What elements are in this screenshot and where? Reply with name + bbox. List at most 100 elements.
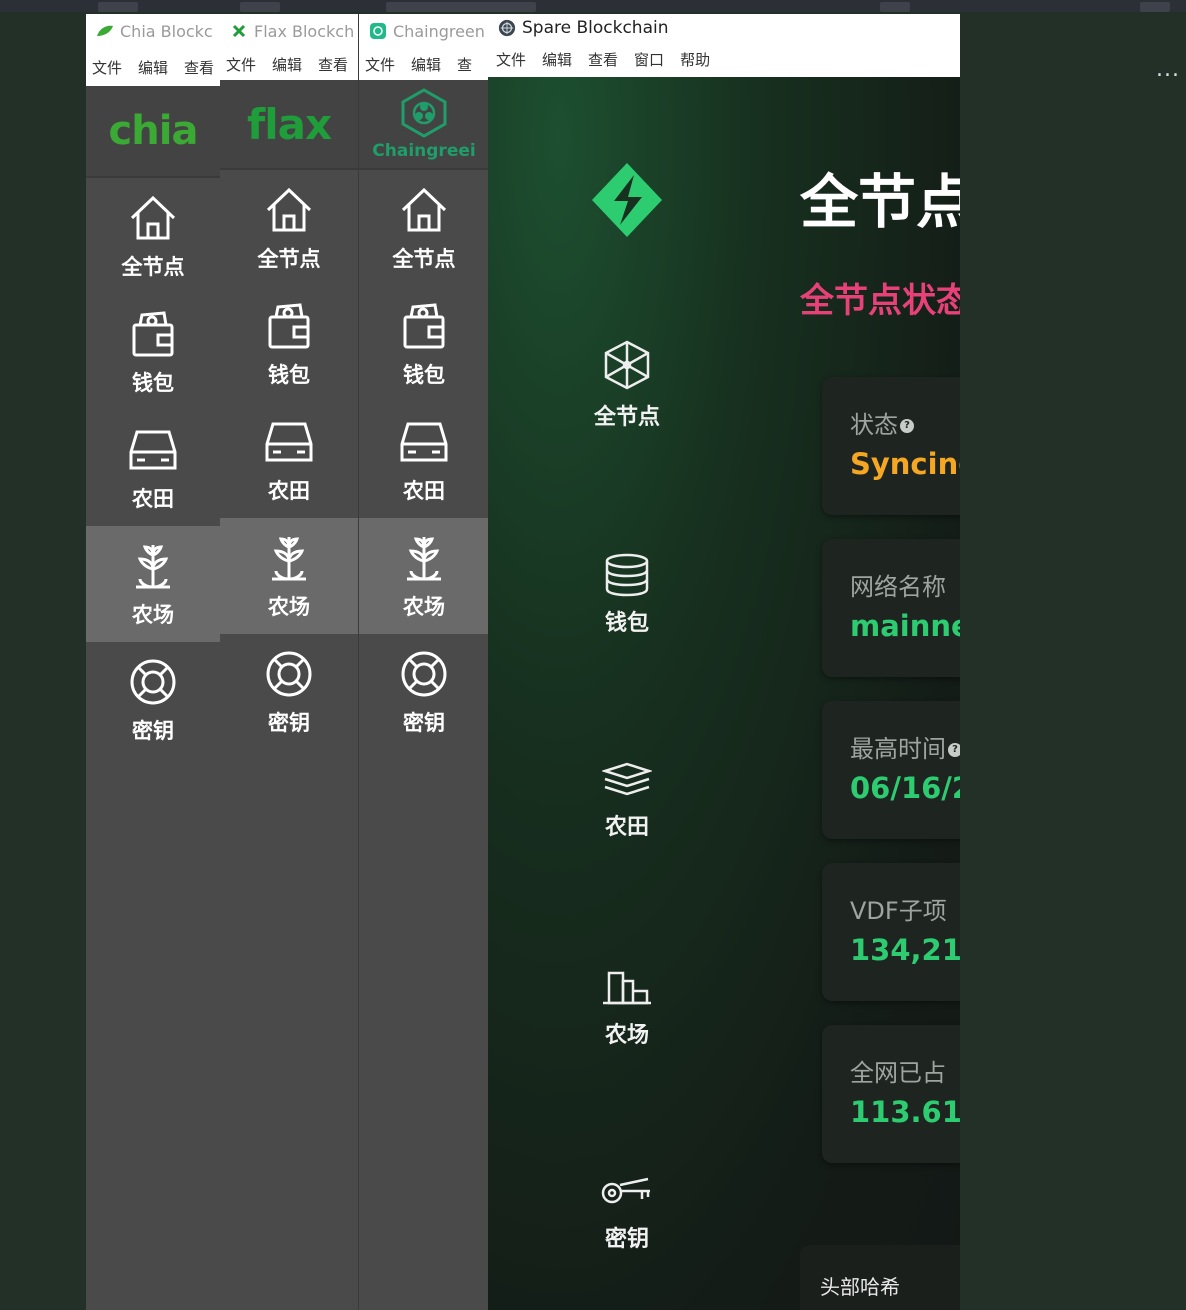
menu-view[interactable]: 查 [457,54,472,75]
wallet-icon [397,299,451,353]
taskbar-item [880,2,910,12]
home-icon [126,191,180,245]
nav-label: 钱包 [132,371,174,395]
nav-full-node[interactable]: 全节点 [488,339,766,431]
sidebar: flax 全节点 钱包 农田 农场 密钥 [220,80,358,1310]
flax-window: Flax Blockch 文件 编辑 查看 flax 全节点 钱包 农田 农场 … [220,14,358,1310]
menu-file[interactable]: 文件 [226,54,256,75]
nav-farm[interactable]: 农场 [86,526,220,642]
menu-file[interactable]: 文件 [496,49,526,70]
title-bar[interactable]: Chia Blockc [86,14,220,48]
nav-label: 密钥 [268,711,310,735]
window-title: Flax Blockch [254,21,355,41]
menu-view[interactable]: 查看 [588,49,618,70]
menu-bar: 文件 编辑 查看 [86,48,220,86]
nav-label: 全节点 [121,255,185,279]
sidebar: 全节点 钱包 农田 农场 密钥 [488,77,766,1310]
card-label: 状态 [850,411,898,439]
card-value: mainnet [850,609,960,643]
nav-label: 农田 [268,479,310,503]
menu-view[interactable]: 查看 [184,57,214,78]
wallet-icon [126,307,180,361]
menu-edit[interactable]: 编辑 [411,54,441,75]
peak-time-card: 最高时间? 06/16/2 [822,701,960,839]
nav-plots[interactable]: 农田 [220,402,358,518]
nav-wallet[interactable]: 钱包 [488,553,766,637]
title-bar[interactable]: Chaingreen [359,14,489,48]
nav-full-node[interactable]: 全节点 [359,170,489,286]
chaingreen-window: Chaingreen 文件 编辑 查 Chaingreei 全节点 钱包 农田 … [358,14,489,1310]
status-card: 状态? Syncing [822,377,960,515]
nav-plots[interactable]: 农田 [488,761,766,841]
network-name-card: 网络名称 mainnet [822,539,960,677]
nav-label: 钱包 [604,611,649,636]
logo: flax [220,80,358,170]
coin-stack-icon [605,553,649,597]
header-hash-label: 头部哈希 [820,1275,900,1299]
card-label: VDF子项 [850,897,947,925]
home-icon [397,183,451,237]
sidebar: chia 全节点 钱包 农田 农场 密钥 [86,86,220,1310]
menu-edit[interactable]: 编辑 [542,49,572,70]
barn-icon [603,971,651,1005]
logo: chia [86,86,220,178]
plant-icon [126,539,180,593]
layers-icon [602,762,652,796]
menu-edit[interactable]: 编辑 [138,57,168,78]
nav-label: 农场 [268,595,310,619]
nav-label: 密钥 [604,1227,649,1252]
spare-logo-icon [590,161,664,243]
title-bar[interactable]: Spare Blockchain [488,14,960,42]
title-bar[interactable]: Flax Blockch [220,14,358,48]
nav-keys[interactable]: 密钥 [220,634,358,750]
nav-wallet[interactable]: 钱包 [359,286,489,402]
home-icon [262,183,316,237]
menu-file[interactable]: 文件 [365,54,395,75]
menu-help[interactable]: 帮助 [680,49,710,70]
nav-label: 农场 [132,603,174,627]
vdf-card: VDF子项 134,217 [822,863,960,1001]
card-label-wrap: 最高时间? [850,729,960,764]
nav-farm[interactable]: 农场 [488,967,766,1049]
nav-wallet[interactable]: 钱包 [220,286,358,402]
lifebuoy-icon [397,647,451,701]
nav-full-node[interactable]: 全节点 [86,178,220,294]
plant-icon [262,531,316,585]
help-icon[interactable]: ? [948,743,960,757]
card-label-wrap: 状态? [850,405,914,440]
menu-edit[interactable]: 编辑 [272,54,302,75]
nav-plots[interactable]: 农田 [359,402,489,518]
nav-plots[interactable]: 农田 [86,410,220,526]
help-icon[interactable]: ? [900,419,914,433]
window-title: Chia Blockc [120,21,213,41]
menu-bar: 文件 编辑 查 [359,48,489,80]
nav-keys[interactable]: 密钥 [488,1173,766,1253]
section-title: 全节点状态 [800,281,960,321]
taskbar-item [1140,2,1170,12]
more-options-icon[interactable]: ... [1156,59,1180,81]
nav-label: 密钥 [132,719,174,743]
menu-window[interactable]: 窗口 [634,49,664,70]
nav-farm[interactable]: 农场 [220,518,358,634]
nav-full-node[interactable]: 全节点 [220,170,358,286]
nav-label: 农田 [604,815,649,840]
sidebar: Chaingreei 全节点 钱包 农田 农场 密钥 [359,80,489,1310]
nav-label: 农场 [403,595,445,619]
menu-view[interactable]: 查看 [318,54,348,75]
nav-label: 钱包 [268,363,310,387]
nav-keys[interactable]: 密钥 [359,634,489,750]
chaingreen-logo-text: Chaingreei [372,141,476,161]
nav-label: 农田 [403,479,445,503]
nav-label: 农场 [604,1023,649,1048]
plant-icon [397,531,451,585]
nav-wallet[interactable]: 钱包 [86,294,220,410]
menu-file[interactable]: 文件 [92,57,122,78]
nav-farm[interactable]: 农场 [359,518,489,634]
drive-icon [262,415,316,469]
chaingreen-app-icon [369,22,387,40]
main-content: 全节点 全节点状态 状态? Syncing 网络名称 mainnet 最高时间?… [766,77,960,1310]
logo: Chaingreei [359,80,489,170]
network-cube-icon [604,340,650,390]
nav-keys[interactable]: 密钥 [86,642,220,758]
flax-x-icon [230,22,248,40]
